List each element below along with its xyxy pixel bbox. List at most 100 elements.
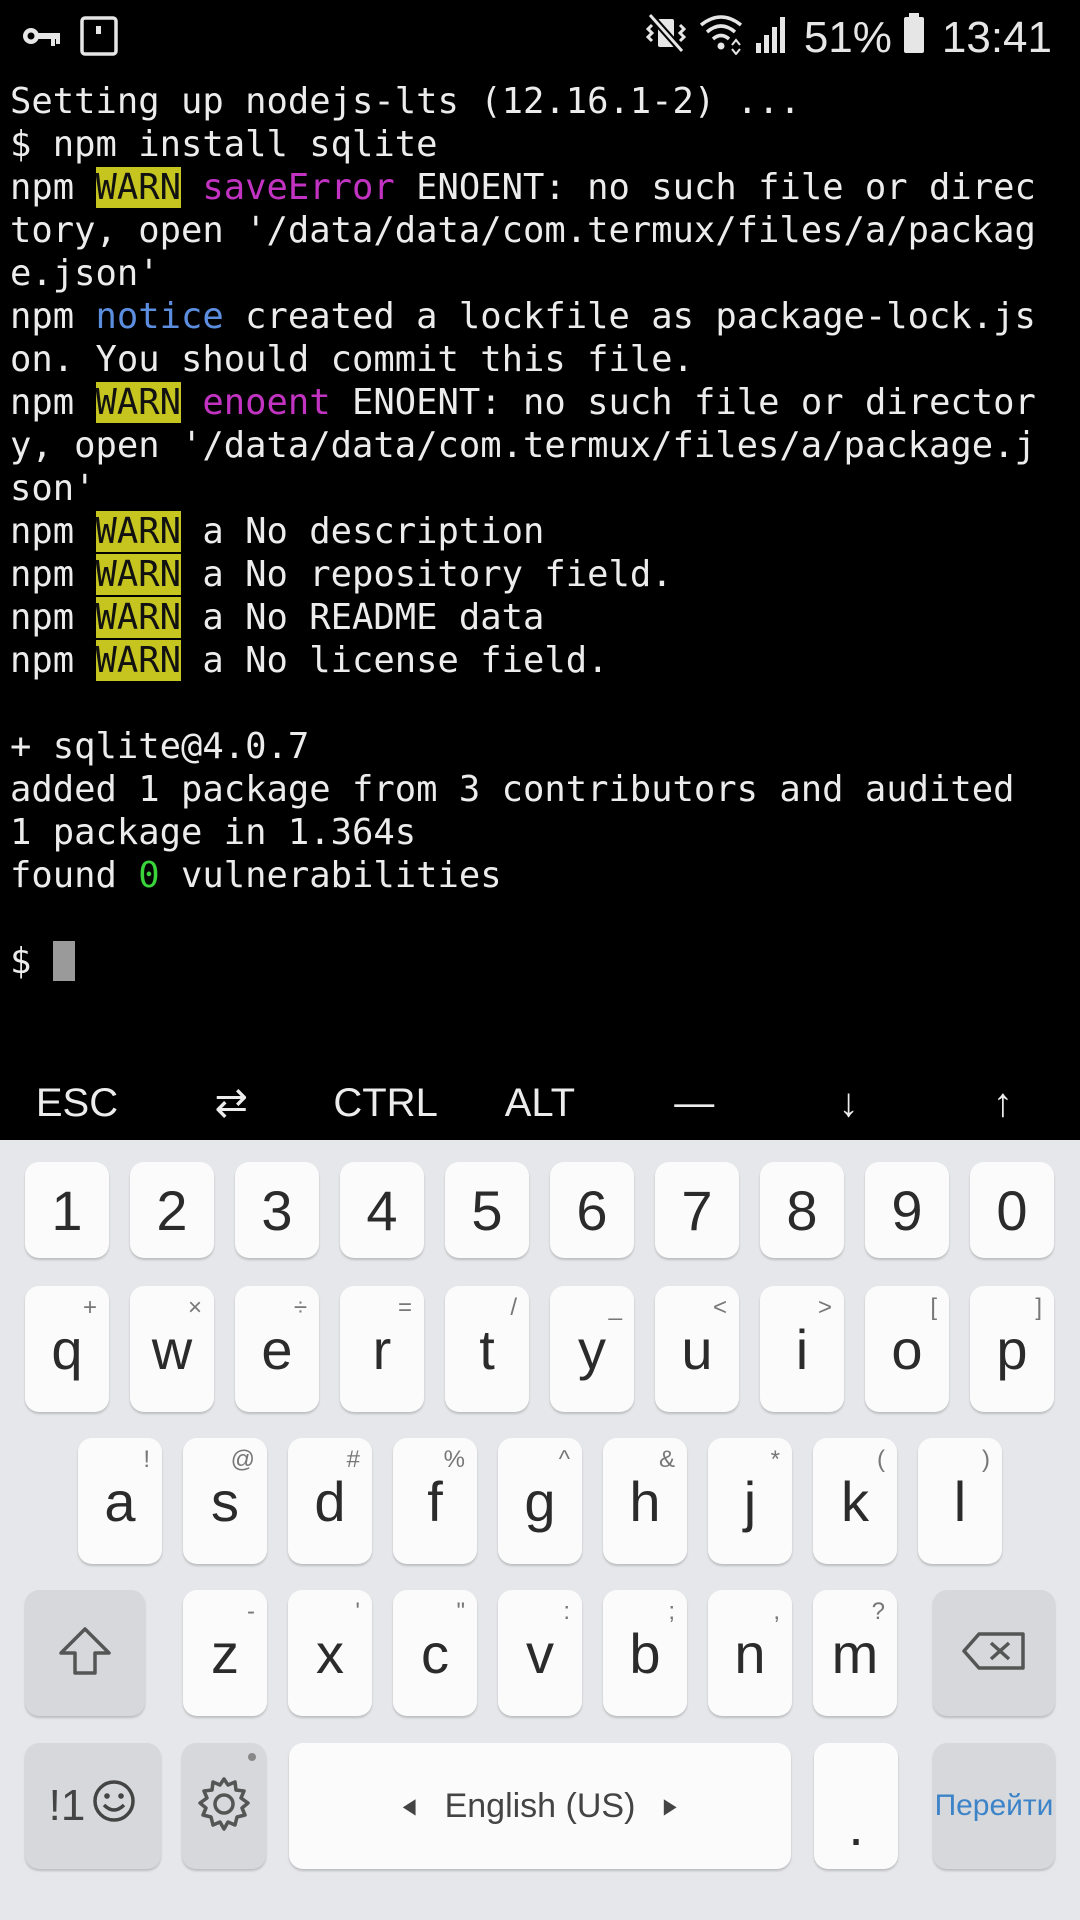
key-s[interactable]: @ s	[183, 1438, 267, 1564]
backspace-key[interactable]	[933, 1590, 1055, 1716]
key-8[interactable]: 8	[760, 1162, 844, 1258]
key-j[interactable]: * j	[708, 1438, 792, 1564]
key-label: v	[526, 1621, 554, 1685]
terminal-text: npm	[10, 382, 96, 423]
warn-badge: WARN	[95, 167, 181, 208]
warn-badge: WARN	[95, 554, 181, 595]
battery-icon	[902, 11, 926, 66]
key-x[interactable]: ' x	[288, 1590, 372, 1716]
key-a[interactable]: ! a	[78, 1438, 162, 1564]
key-c[interactable]: " c	[393, 1590, 477, 1716]
key-label: x	[316, 1621, 344, 1685]
key-y[interactable]: _ y	[550, 1286, 634, 1412]
key-label: b	[629, 1621, 661, 1685]
space-language-label: English (US)	[444, 1786, 636, 1825]
key-label: m	[831, 1621, 879, 1685]
key-k[interactable]: (k	[813, 1438, 897, 1564]
key-o[interactable]: [o	[865, 1286, 949, 1412]
key-1[interactable]: 1	[25, 1162, 109, 1258]
key-t[interactable]: / t	[445, 1286, 529, 1412]
key-e[interactable]: ÷ e	[235, 1286, 319, 1412]
terminal-line: son'	[10, 467, 1076, 510]
key-label: i	[795, 1317, 809, 1381]
key-h[interactable]: & h	[603, 1438, 687, 1564]
key-b[interactable]: ; b	[603, 1590, 687, 1716]
terminal-line: npm WARN a No license field.	[10, 639, 1076, 682]
key-label: 5	[471, 1178, 503, 1242]
key-p[interactable]: ] p	[970, 1286, 1054, 1412]
key-v[interactable]: :v	[498, 1590, 582, 1716]
terminal-line: npm WARN a No README data	[10, 596, 1076, 639]
terminal-line: npm WARN saveError ENOENT: no such file …	[10, 166, 1076, 209]
key-7[interactable]: 7	[655, 1162, 739, 1258]
key-label: 3	[261, 1178, 293, 1242]
terminal-text: + sqlite@4.0.7	[10, 726, 310, 767]
key-d[interactable]: # d	[288, 1438, 372, 1564]
key-l[interactable]: ) l	[918, 1438, 1002, 1564]
key-label: 0	[996, 1178, 1028, 1242]
key-label: u	[681, 1317, 713, 1381]
key-icon	[22, 24, 62, 53]
key-r[interactable]: = r	[340, 1286, 424, 1412]
terminal-text: npm	[10, 296, 96, 337]
key-3[interactable]: 3	[235, 1162, 319, 1258]
key-4[interactable]: 4	[340, 1162, 424, 1258]
key-2[interactable]: 2	[130, 1162, 214, 1258]
shift-key[interactable]	[25, 1590, 145, 1716]
key-label: .	[848, 1794, 864, 1857]
key-label: 2	[156, 1178, 188, 1242]
chevron-right-icon: ▶	[664, 1793, 678, 1819]
mute-vibrate-icon	[644, 11, 688, 66]
terminal-text: npm	[10, 554, 96, 595]
chevron-left-icon: ◀	[402, 1793, 416, 1819]
key-9[interactable]: 9	[865, 1162, 949, 1258]
key-label: c	[421, 1621, 449, 1685]
indicator-dot	[248, 1753, 256, 1761]
key-label: d	[314, 1469, 346, 1533]
terminal-line: npm WARN enoent ENOENT: no such file or …	[10, 381, 1076, 424]
go-button[interactable]: Перейти	[933, 1743, 1055, 1869]
terminal-output[interactable]: Setting up nodejs-lts (12.16.1-2) ... $ n…	[10, 80, 1076, 983]
warn-badge: WARN	[95, 382, 181, 423]
settings-key[interactable]	[182, 1743, 266, 1869]
key-label: p	[996, 1317, 1028, 1381]
key-g[interactable]: ^ g	[498, 1438, 582, 1564]
terminal-text: npm	[10, 167, 96, 208]
terminal-line: e.json'	[10, 252, 1076, 295]
period-key[interactable]: .	[814, 1743, 898, 1869]
key-6[interactable]: 6	[550, 1162, 634, 1258]
key-0[interactable]: 0	[970, 1162, 1054, 1258]
terminal-text: tory, open '/data/data/com.termux/files/…	[10, 210, 1036, 251]
key-q[interactable]: + q	[25, 1286, 109, 1412]
key-m[interactable]: ? m	[813, 1590, 897, 1716]
go-label: Перейти	[934, 1789, 1054, 1822]
key-label: e	[261, 1317, 293, 1381]
symbols-emoji-key[interactable]: !1	[25, 1743, 161, 1869]
terminal-text: 0	[138, 855, 160, 896]
terminal-text: a No README data	[181, 597, 545, 638]
key-5[interactable]: 5	[445, 1162, 529, 1258]
terminal-line: tory, open '/data/data/com.termux/files/…	[10, 209, 1076, 252]
gear-icon	[193, 1773, 255, 1840]
key-label: t	[479, 1317, 495, 1381]
space-bar[interactable]: ◀ English (US) ▶	[289, 1743, 791, 1869]
status-bar: 51% 13:41	[0, 0, 1080, 75]
key-n[interactable]: ,n	[708, 1590, 792, 1716]
key-f[interactable]: % f	[393, 1438, 477, 1564]
terminal-line: Setting up nodejs-lts (12.16.1-2) ...	[10, 80, 1076, 123]
key-label: k	[841, 1469, 869, 1533]
terminal-text: ENOENT: no such file or direc	[394, 167, 1036, 208]
key-z[interactable]: -z	[183, 1590, 267, 1716]
key-i[interactable]: > i	[760, 1286, 844, 1412]
symbols-label: !1	[48, 1781, 86, 1830]
terminal-line: + sqlite@4.0.7	[10, 725, 1076, 768]
key-w[interactable]: × w	[130, 1286, 214, 1412]
terminal-text: 1 package in 1.364s	[10, 812, 417, 853]
key-label: w	[151, 1317, 193, 1381]
key-u[interactable]: < u	[655, 1286, 739, 1412]
clock: 13:41	[941, 13, 1052, 62]
